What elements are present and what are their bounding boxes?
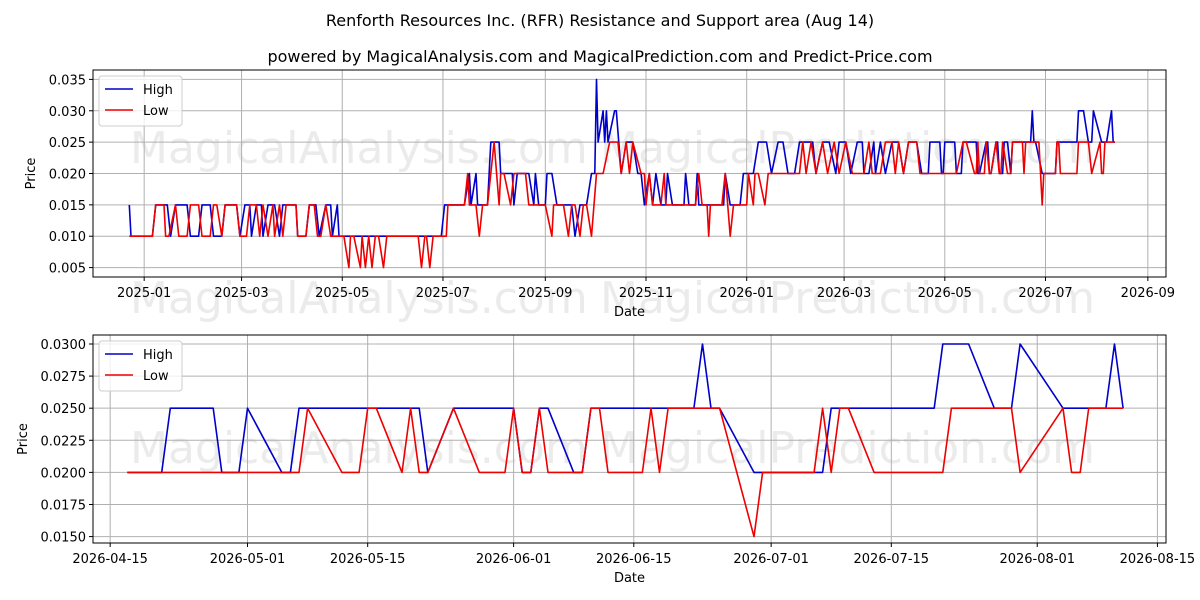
watermark-text: MagicalPrediction.com [600,423,1095,474]
x-tick-label: 2025-03 [214,286,268,301]
x-tick-label: 2025-01 [117,286,171,301]
y-axis-label: Price [16,423,31,455]
x-tick-label: 2026-09 [1121,286,1175,301]
y-tick-label: 0.0250 [41,402,87,417]
x-tick-label: 2026-05 [918,286,972,301]
x-tick-label: 2025-07 [416,286,470,301]
lower-chart: MagicalAnalysis.com MagicalPrediction.com… [16,334,1196,586]
x-tick-label: 2026-08-01 [999,552,1075,567]
y-tick-label: 0.0275 [41,370,87,385]
y-tick-label: 0.025 [49,136,86,151]
legend-label: High [143,83,173,98]
y-tick-label: 0.0300 [41,338,87,353]
x-tick-label: 2026-07-15 [854,552,930,567]
x-tick-label: 2026-07 [1018,286,1072,301]
y-tick-label: 0.0175 [41,498,87,513]
x-tick-label: 2026-04-15 [72,552,148,567]
x-tick-label: 2026-03 [817,286,871,301]
y-tick-label: 0.020 [49,168,86,183]
y-tick-label: 0.010 [49,230,86,245]
y-axis-label: Price [24,158,39,190]
watermark-text: MagicalAnalysis.com [130,123,588,174]
x-tick-label: 2026-06-01 [476,552,552,567]
y-tick-label: 0.035 [49,73,86,88]
x-tick-label: 2026-05-15 [330,552,406,567]
legend-label: Low [143,104,169,119]
legend-label: Low [143,369,169,384]
y-tick-label: 0.015 [49,199,86,214]
chart-title: Renforth Resources Inc. (RFR) Resistance… [326,11,874,30]
x-tick-label: 2025-09 [518,286,572,301]
y-tick-label: 0.030 [49,105,86,120]
legend: High Low [98,75,183,127]
x-tick-label: 2026-06-15 [596,552,672,567]
y-tick-label: 0.0200 [41,466,87,481]
x-axis-label: Date [614,571,645,586]
x-axis-label: Date [614,305,645,320]
y-tick-label: 0.0225 [41,434,87,449]
x-tick-label: 2026-08-15 [1120,552,1196,567]
x-tick-label: 2025-11 [619,286,673,301]
x-tick-label: 2026-07-01 [733,552,809,567]
upper-chart: MagicalAnalysis.com MagicalPrediction.com… [24,69,1175,324]
figure: Renforth Resources Inc. (RFR) Resistance… [16,11,1196,586]
y-tick-label: 0.005 [49,262,86,277]
x-tick-label: 2026-05-01 [210,552,286,567]
x-tick-label: 2026-01 [720,286,774,301]
legend: High Low [98,340,183,392]
x-tick-label: 2025-05 [315,286,369,301]
chart-subtitle: powered by MagicalAnalysis.com and Magic… [267,47,932,66]
y-tick-label: 0.0150 [41,531,87,546]
legend-label: High [143,348,173,363]
